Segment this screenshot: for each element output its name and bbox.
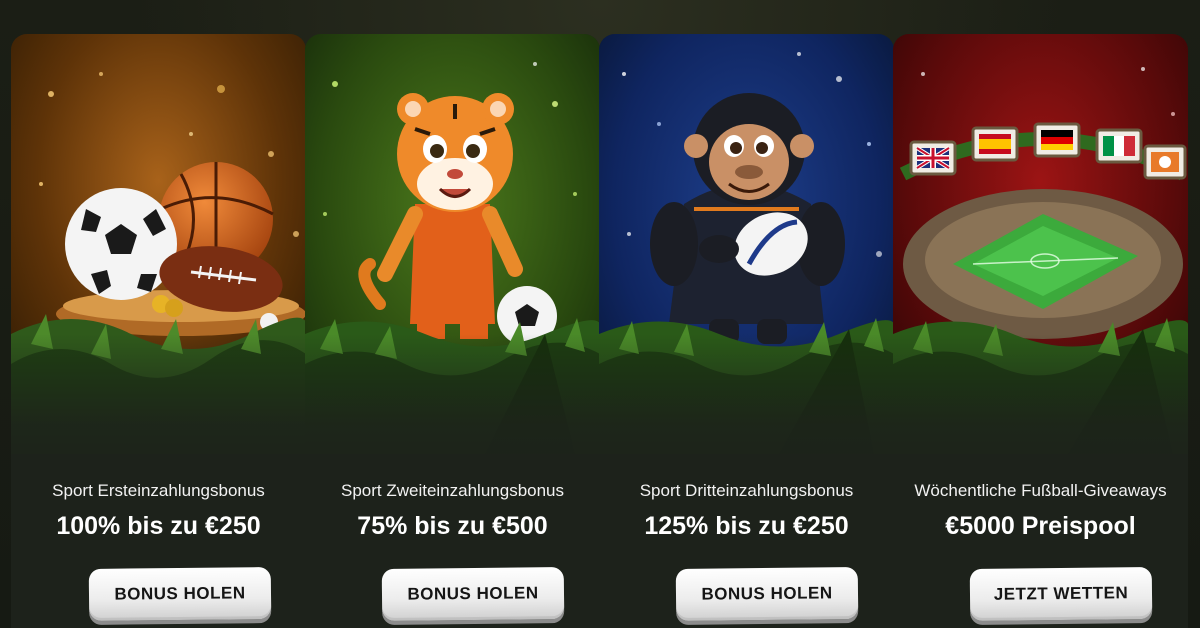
promo-title: Sport Ersteinzahlungsbonus	[52, 481, 265, 500]
jetzt-wetten-button[interactable]: JETZT WETTEN	[969, 567, 1153, 621]
promo-title: Wöchentliche Fußball-Giveaways	[914, 481, 1167, 500]
art-fade-overlay	[893, 334, 1188, 474]
art-fade-overlay	[11, 334, 306, 474]
bonus-holen-button[interactable]: BONUS HOLEN	[675, 567, 859, 621]
promo-card-third-deposit[interactable]: Sport Dritteinzahlungsbonus 125% bis zu …	[599, 34, 894, 628]
promo-title: Sport Zweiteinzahlungsbonus	[340, 481, 565, 500]
promo-title: Sport Dritteinzahlungsbonus	[639, 481, 854, 500]
promo-amount: €5000 Preispool	[945, 512, 1136, 540]
bonus-holen-button[interactable]: BONUS HOLEN	[381, 567, 565, 621]
bonus-holen-button[interactable]: BONUS HOLEN	[88, 567, 272, 621]
promo-card-list: Sport Ersteinzahlungsbonus 100% bis zu €…	[11, 34, 1200, 628]
promo-amount: 125% bis zu €250	[644, 512, 849, 540]
art-fade-overlay	[599, 334, 894, 474]
promotions-page: Sport Ersteinzahlungsbonus 100% bis zu €…	[0, 0, 1200, 628]
art-fade-overlay	[305, 334, 600, 474]
promo-card-second-deposit[interactable]: Sport Zweiteinzahlungsbonus 75% bis zu €…	[305, 34, 600, 628]
promo-card-first-deposit[interactable]: Sport Ersteinzahlungsbonus 100% bis zu €…	[11, 34, 306, 628]
promo-card-weekly-giveaways[interactable]: Wöchentliche Fußball-Giveaways €5000 Pre…	[893, 34, 1188, 628]
promo-amount: 75% bis zu €500	[357, 512, 548, 540]
promo-amount: 100% bis zu €250	[56, 512, 261, 540]
